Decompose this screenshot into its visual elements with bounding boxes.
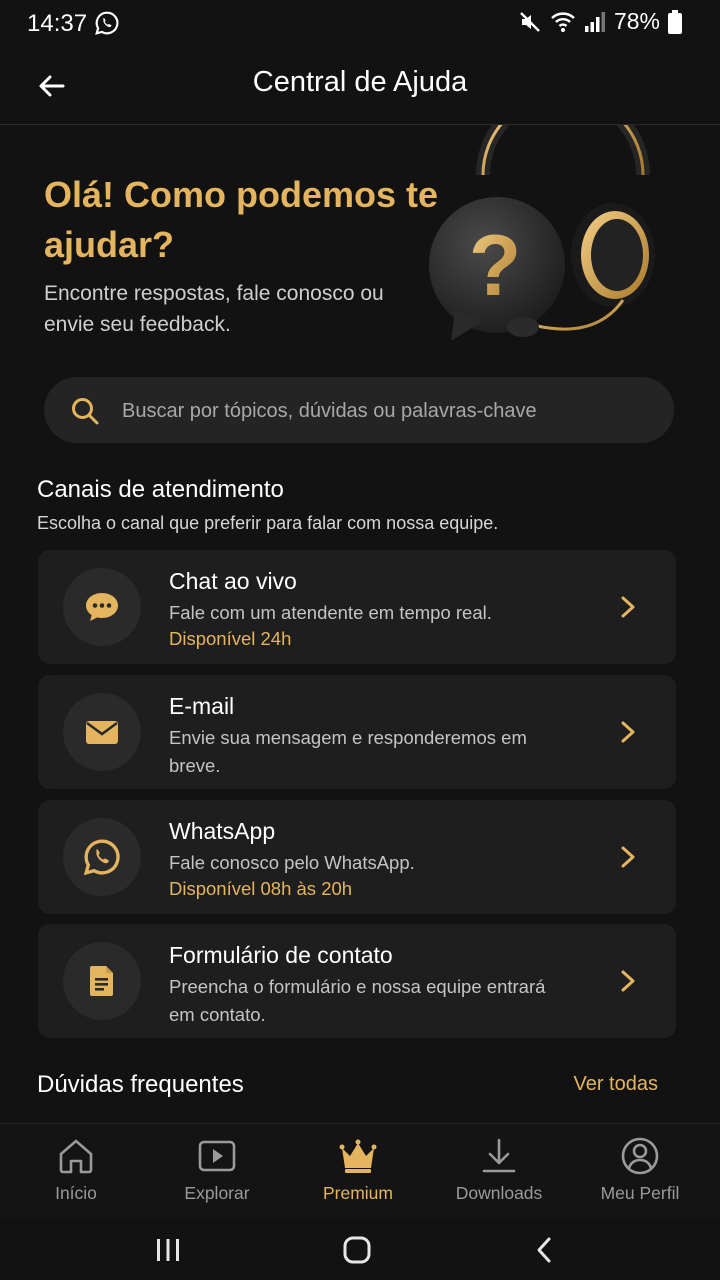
mute-icon	[520, 11, 540, 32]
page-title: Central de Ajuda	[252, 66, 468, 98]
play-icon	[198, 1140, 236, 1172]
hero-title: Olá! Como podemos te ajudar?	[44, 174, 439, 265]
hero-subtitle: Encontre respostas, fale conosco ou envi…	[44, 282, 384, 336]
whatsapp-icon	[95, 11, 119, 35]
svg-text:?: ?	[469, 218, 522, 314]
channel-contact-form[interactable]: Formulário de contato Preencha o formulá…	[38, 924, 676, 1038]
recents-icon	[157, 1239, 179, 1261]
nav-label: Início	[55, 1183, 97, 1203]
status-bar: 14:37 78%	[0, 0, 720, 48]
channel-icon-container	[63, 818, 141, 896]
headset-question-icon: ?	[429, 125, 655, 341]
nav-item-downloads[interactable]: Downloads	[429, 1124, 569, 1219]
signal-icon	[584, 11, 605, 32]
channel-whatsapp[interactable]: WhatsApp Fale conosco pelo WhatsApp. Dis…	[38, 800, 676, 914]
home-button-icon	[343, 1236, 371, 1264]
system-back-button[interactable]	[525, 1230, 565, 1270]
see-all-link[interactable]: Ver todas	[573, 1073, 658, 1096]
channel-title: E-mail	[169, 693, 235, 719]
chevron-right-icon	[621, 721, 635, 743]
channel-description: Fale conosco pelo WhatsApp.	[169, 852, 415, 873]
channel-title: Formulário de contato	[169, 942, 393, 968]
channel-chat[interactable]: Chat ao vivo Fale com um atendente em te…	[38, 550, 676, 664]
nav-label: Premium	[322, 1183, 393, 1203]
nav-label: Explorar	[184, 1183, 250, 1203]
channel-icon-container	[63, 568, 141, 646]
search-bar[interactable]	[44, 377, 674, 445]
home-button[interactable]	[337, 1230, 377, 1270]
nav-label: Meu Perfil	[600, 1183, 680, 1203]
back-icon	[537, 1237, 551, 1263]
bottom-nav: Início Explorar Premium Downloads Meu Pe…	[0, 1123, 720, 1219]
faq-title: Dúvidas frequentes	[37, 1071, 244, 1098]
nav-item-premium[interactable]: Premium	[288, 1124, 428, 1219]
channel-availability: Disponível 08h às 20h	[169, 878, 353, 899]
download-icon	[482, 1138, 516, 1173]
search-input[interactable]	[120, 377, 644, 445]
channel-description: Envie sua mensagem e responderemos em br…	[169, 727, 527, 776]
status-time: 14:37	[27, 10, 88, 37]
recents-button[interactable]	[148, 1230, 188, 1270]
nav-item-home[interactable]: Início	[6, 1124, 146, 1219]
channel-title: Chat ao vivo	[169, 568, 297, 594]
home-icon	[59, 1139, 93, 1174]
battery-percent: 78%	[613, 8, 660, 34]
channel-title: WhatsApp	[169, 818, 276, 844]
envelope-icon	[86, 721, 118, 744]
system-nav-bar	[0, 1218, 720, 1280]
crown-icon	[339, 1139, 377, 1173]
channel-icon-container	[63, 942, 141, 1020]
nav-item-explore[interactable]: Explorar	[147, 1124, 287, 1219]
wifi-icon	[551, 11, 575, 32]
chevron-right-icon	[621, 970, 635, 992]
nav-item-profile[interactable]: Meu Perfil	[570, 1124, 710, 1219]
chevron-right-icon	[621, 596, 635, 618]
chat-bubble-icon	[86, 593, 118, 621]
channel-email[interactable]: E-mail Envie sua mensagem e responderemo…	[38, 675, 676, 789]
channel-description: Preencha o formulário e nossa equipe ent…	[169, 976, 546, 1025]
channels-section-title: Canais de atendimento	[37, 476, 284, 503]
profile-icon	[621, 1137, 659, 1175]
battery-icon	[668, 9, 682, 34]
whatsapp-icon	[83, 839, 120, 876]
channel-icon-container	[63, 693, 141, 771]
channel-description: Fale com um atendente em tempo real.	[169, 602, 492, 623]
channel-availability: Disponível 24h	[169, 628, 292, 649]
chevron-right-icon	[621, 846, 635, 868]
channels-section-subtitle: Escolha o canal que preferir para falar …	[37, 513, 499, 533]
nav-label: Downloads	[455, 1183, 543, 1203]
search-icon	[72, 398, 99, 425]
app-bar: Central de Ajuda	[0, 48, 720, 125]
document-icon	[90, 966, 113, 996]
